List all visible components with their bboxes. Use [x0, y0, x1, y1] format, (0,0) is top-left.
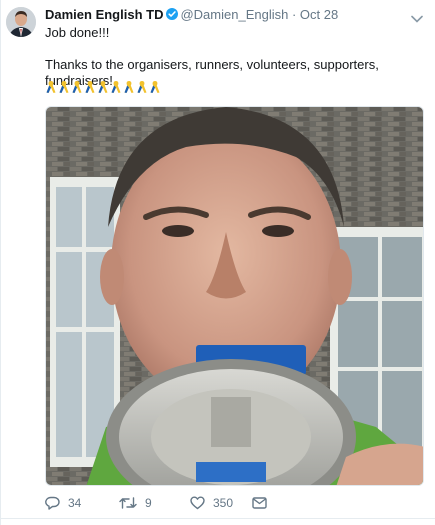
left-divider	[0, 0, 1, 525]
separator-dot: ·	[291, 7, 297, 22]
tweet-actions: 34 9 350	[45, 494, 267, 512]
tweet-photo[interactable]	[45, 106, 424, 486]
reply-count: 34	[68, 496, 82, 510]
awareness-ribbon-icon	[111, 81, 121, 93]
retweet-icon	[119, 497, 137, 509]
awareness-ribbon-icon	[72, 81, 82, 93]
like-button[interactable]: 350	[190, 496, 252, 510]
avatar[interactable]	[6, 7, 36, 37]
reply-icon	[45, 496, 60, 510]
retweet-count: 9	[145, 496, 152, 510]
author-display-name[interactable]: Damien English TD	[45, 7, 163, 22]
tweet-timestamp[interactable]: Oct 28	[300, 7, 338, 22]
direct-message-button[interactable]	[252, 497, 267, 509]
awareness-ribbon-icon	[59, 81, 69, 93]
awareness-ribbon-icon	[124, 81, 134, 93]
ribbon-emoji-row	[45, 80, 161, 96]
retweet-button[interactable]: 9	[119, 496, 190, 510]
like-count: 350	[213, 496, 234, 510]
awareness-ribbon-icon	[46, 81, 56, 93]
tweet-card[interactable]: Damien English TD @Damien_English · Oct 2…	[0, 0, 435, 525]
author-handle[interactable]: @Damien_English	[180, 7, 288, 22]
tweet-header: Damien English TD @Damien_English · Oct 2…	[45, 7, 415, 25]
awareness-ribbon-icon	[150, 81, 160, 93]
bottom-divider	[0, 518, 435, 519]
awareness-ribbon-icon	[85, 81, 95, 93]
awareness-ribbon-icon	[98, 81, 108, 93]
like-icon	[190, 496, 205, 510]
reply-button[interactable]: 34	[45, 496, 119, 510]
message-icon	[252, 497, 267, 509]
verified-badge-icon	[166, 8, 179, 20]
tweet-line-1: Job done!!!	[45, 25, 110, 40]
chevron-down-icon[interactable]	[411, 10, 423, 23]
awareness-ribbon-icon	[137, 81, 147, 93]
